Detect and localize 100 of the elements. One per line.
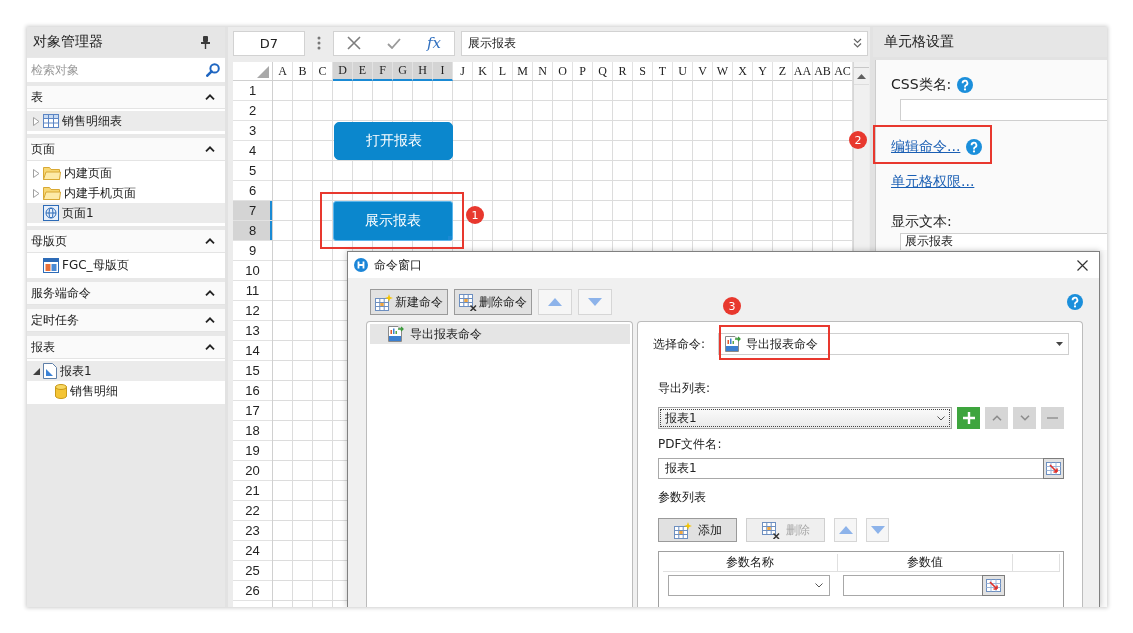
- row-header[interactable]: 14: [233, 341, 272, 361]
- parameter-value-field[interactable]: [843, 575, 982, 596]
- corner-triangle-icon[interactable]: [257, 66, 269, 78]
- sheet-button[interactable]: 展示报表: [333, 201, 453, 241]
- close-icon: [1077, 259, 1088, 271]
- column-header[interactable]: W: [713, 62, 733, 81]
- caret-icon: [1056, 342, 1063, 346]
- section-header[interactable]: 报表: [27, 336, 225, 359]
- delete-button[interactable]: 删除命令: [454, 289, 532, 315]
- column-header[interactable]: U: [673, 62, 693, 81]
- row-header[interactable]: 8: [233, 221, 272, 241]
- column-header[interactable]: I: [433, 62, 453, 81]
- column-header[interactable]: V: [693, 62, 713, 81]
- row-header[interactable]: 20: [233, 461, 272, 481]
- row-header[interactable]: 25: [233, 561, 272, 581]
- column-header[interactable]: D: [333, 62, 353, 81]
- column-header[interactable]: N: [533, 62, 553, 81]
- row-header[interactable]: 1: [233, 81, 272, 101]
- tree-item[interactable]: 内建页面: [27, 163, 225, 183]
- tree-item[interactable]: 页面1: [27, 203, 225, 223]
- row-header[interactable]: 4: [233, 141, 272, 161]
- column-header[interactable]: P: [573, 62, 593, 81]
- column-header[interactable]: S: [633, 62, 653, 81]
- row-header[interactable]: 3: [233, 121, 272, 141]
- display-text-field[interactable]: 展示报表: [900, 233, 1107, 250]
- row-header[interactable]: 24: [233, 541, 272, 561]
- add-button[interactable]: [957, 407, 980, 429]
- column-header[interactable]: Z: [773, 62, 793, 81]
- tree-item[interactable]: 销售明细表: [27, 111, 225, 131]
- search-icon[interactable]: [206, 63, 220, 77]
- section-header[interactable]: 定时任务: [27, 309, 225, 332]
- column-header[interactable]: AA: [793, 62, 813, 81]
- formula-button[interactable]: [982, 575, 1005, 596]
- section-header[interactable]: 母版页: [27, 230, 225, 253]
- double-chevron-icon[interactable]: [853, 38, 862, 48]
- formula-button[interactable]: [1043, 458, 1064, 479]
- row-header[interactable]: 9: [233, 241, 272, 261]
- help-icon[interactable]: [1067, 294, 1083, 310]
- row-header[interactable]: 23: [233, 521, 272, 541]
- column-header[interactable]: J: [453, 62, 473, 81]
- column-header[interactable]: F: [373, 62, 393, 81]
- command-select[interactable]: 导出报表命令: [718, 333, 1069, 355]
- column-header[interactable]: B: [293, 62, 313, 81]
- tree-item[interactable]: 报表1: [27, 361, 225, 381]
- resize-handle[interactable]: [448, 236, 452, 240]
- column-header[interactable]: T: [653, 62, 673, 81]
- section-header[interactable]: 页面: [27, 138, 225, 161]
- field-label: 显示文本:: [891, 212, 952, 230]
- css-class-field[interactable]: [900, 99, 1107, 121]
- row-header[interactable]: 16: [233, 381, 272, 401]
- row-header[interactable]: 22: [233, 501, 272, 521]
- column-header[interactable]: H: [413, 62, 433, 81]
- close-button[interactable]: [1075, 257, 1090, 273]
- column-header[interactable]: M: [513, 62, 533, 81]
- row-header[interactable]: 19: [233, 441, 272, 461]
- column-header[interactable]: L: [493, 62, 513, 81]
- tree-item[interactable]: 销售明细: [27, 381, 225, 401]
- help-icon[interactable]: [966, 139, 983, 155]
- row-header[interactable]: 17: [233, 401, 272, 421]
- column-header[interactable]: O: [553, 62, 573, 81]
- help-icon[interactable]: [957, 77, 974, 93]
- column-header[interactable]: G: [393, 62, 413, 81]
- column-header[interactable]: K: [473, 62, 493, 81]
- row-header[interactable]: 7: [233, 201, 272, 221]
- cell-reference-field[interactable]: D7: [233, 30, 305, 56]
- settings-link[interactable]: 单元格权限...: [891, 173, 975, 191]
- pin-icon[interactable]: [201, 35, 210, 49]
- column-header[interactable]: R: [613, 62, 633, 81]
- report-select[interactable]: 报表1: [658, 407, 952, 429]
- formula-field[interactable]: 展示报表: [461, 30, 868, 56]
- list-item[interactable]: 导出报表命令: [370, 324, 630, 344]
- drag-handle-icon[interactable]: [317, 36, 321, 50]
- new-button[interactable]: 添加: [658, 518, 737, 542]
- parameter-name-select[interactable]: [668, 575, 830, 596]
- column-header[interactable]: A: [273, 62, 293, 81]
- sheet-button[interactable]: 打开报表: [334, 122, 453, 160]
- row-header[interactable]: 18: [233, 421, 272, 441]
- row-header[interactable]: 11: [233, 281, 272, 301]
- row-header[interactable]: 12: [233, 301, 272, 321]
- row-header[interactable]: 15: [233, 361, 272, 381]
- row-header[interactable]: 5: [233, 161, 272, 181]
- file-name-field[interactable]: 报表1: [658, 458, 1043, 479]
- function-button[interactable]: fx: [414, 31, 454, 55]
- column-header[interactable]: Y: [753, 62, 773, 81]
- column-header[interactable]: E: [353, 62, 373, 81]
- column-header[interactable]: AB: [813, 62, 833, 81]
- search-field[interactable]: 检索对象: [27, 58, 225, 82]
- row-header[interactable]: 2: [233, 101, 272, 121]
- row-header[interactable]: 10: [233, 261, 272, 281]
- column-header[interactable]: Q: [593, 62, 613, 81]
- tree-item[interactable]: 内建手机页面: [27, 183, 225, 203]
- new-button[interactable]: 新建命令: [370, 289, 448, 315]
- tree-item[interactable]: FGC_母版页: [27, 255, 225, 275]
- section-header[interactable]: 表: [27, 86, 225, 109]
- row-header[interactable]: 13: [233, 321, 272, 341]
- section-header[interactable]: 服务端命令: [27, 282, 225, 305]
- settings-link[interactable]: 编辑命令...: [891, 138, 961, 156]
- row-header[interactable]: 21: [233, 481, 272, 501]
- row-header[interactable]: 26: [233, 581, 272, 601]
- column-header[interactable]: X: [733, 62, 753, 81]
